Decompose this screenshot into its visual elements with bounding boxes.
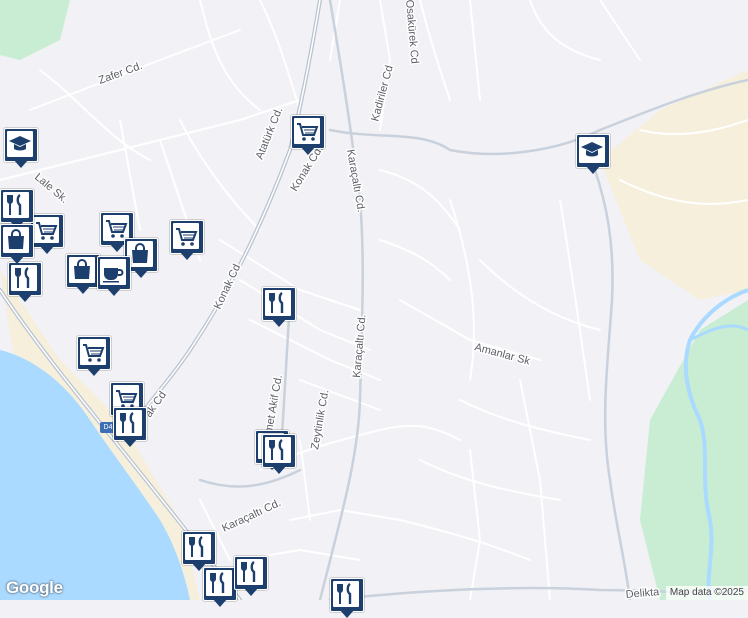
restaurant-pin[interactable] — [113, 407, 147, 447]
supermarket-pin[interactable] — [291, 115, 325, 155]
road-label-amanlar: Amanlar Sk — [473, 341, 532, 367]
cart-icon — [176, 228, 198, 246]
shopping-bag-icon — [8, 229, 24, 249]
road-label-karacalti-lower: Karaçaltı Cd. — [220, 497, 283, 535]
map-attribution[interactable]: Map data ©2025 — [665, 586, 748, 600]
cart-icon — [297, 123, 319, 141]
restaurant-pin[interactable] — [262, 287, 296, 327]
coffee-cup-icon — [103, 268, 124, 283]
fork-knife-icon — [269, 292, 284, 313]
google-logo[interactable]: Google — [6, 578, 63, 598]
school-pin[interactable] — [4, 128, 38, 168]
road-label-zafer: Zafer Cd. — [97, 60, 144, 87]
road-label-kadiriler: Kadiriler Cd — [369, 64, 395, 123]
shopping-pin[interactable] — [66, 254, 100, 294]
graduation-cap-icon — [581, 142, 603, 157]
map-canvas[interactable]: Zafer Cd. Atatürk Cd. Konak Cd. Konak Cd… — [0, 0, 748, 618]
sand-area — [600, 70, 748, 300]
restaurant-pin[interactable] — [0, 189, 34, 229]
supermarket-pin[interactable] — [30, 214, 64, 254]
fork-knife-icon — [210, 572, 225, 593]
supermarket-pin[interactable] — [77, 336, 111, 376]
road-label-karacalti-upper: Karaçaltı Cd. — [344, 148, 367, 213]
park-area — [0, 0, 70, 60]
fork-knife-icon — [120, 412, 135, 433]
shopping-bag-icon — [74, 259, 90, 279]
road-label-konak-lower: Konak Cd — [212, 262, 243, 311]
map-base: Zafer Cd. Atatürk Cd. Konak Cd. Konak Cd… — [0, 0, 748, 602]
cart-icon — [83, 344, 105, 362]
restaurant-pin[interactable] — [203, 567, 237, 607]
fork-knife-icon — [241, 561, 256, 582]
restaurant-pin[interactable] — [330, 578, 364, 618]
graduation-cap-icon — [9, 136, 31, 151]
restaurant-pin[interactable] — [262, 434, 296, 474]
cart-icon — [36, 222, 58, 240]
supermarket-pin[interactable] — [170, 220, 204, 260]
fork-knife-icon — [337, 583, 352, 604]
restaurant-pin[interactable] — [182, 531, 216, 571]
fork-knife-icon — [189, 536, 204, 557]
fork-knife-icon — [269, 439, 284, 460]
restaurant-pin[interactable] — [234, 556, 268, 596]
road-label-lale: Lale Sk. — [32, 171, 70, 206]
school-pin[interactable] — [576, 134, 610, 174]
road-label-zeytinlik: Zeytinlik Cd. — [309, 389, 331, 451]
park-area — [640, 300, 748, 600]
fork-knife-icon — [15, 267, 30, 288]
road-label-osakurek: Osakürek Cd — [403, 0, 421, 64]
road-label-delikta: Delikta — [625, 586, 660, 600]
fork-knife-icon — [7, 194, 22, 215]
cafe-pin[interactable] — [97, 256, 131, 296]
road-label-karacalti-middle: Karaçaltı Cd. — [351, 314, 368, 378]
restaurant-pin[interactable] — [8, 262, 42, 302]
shopping-pin[interactable] — [0, 224, 34, 264]
